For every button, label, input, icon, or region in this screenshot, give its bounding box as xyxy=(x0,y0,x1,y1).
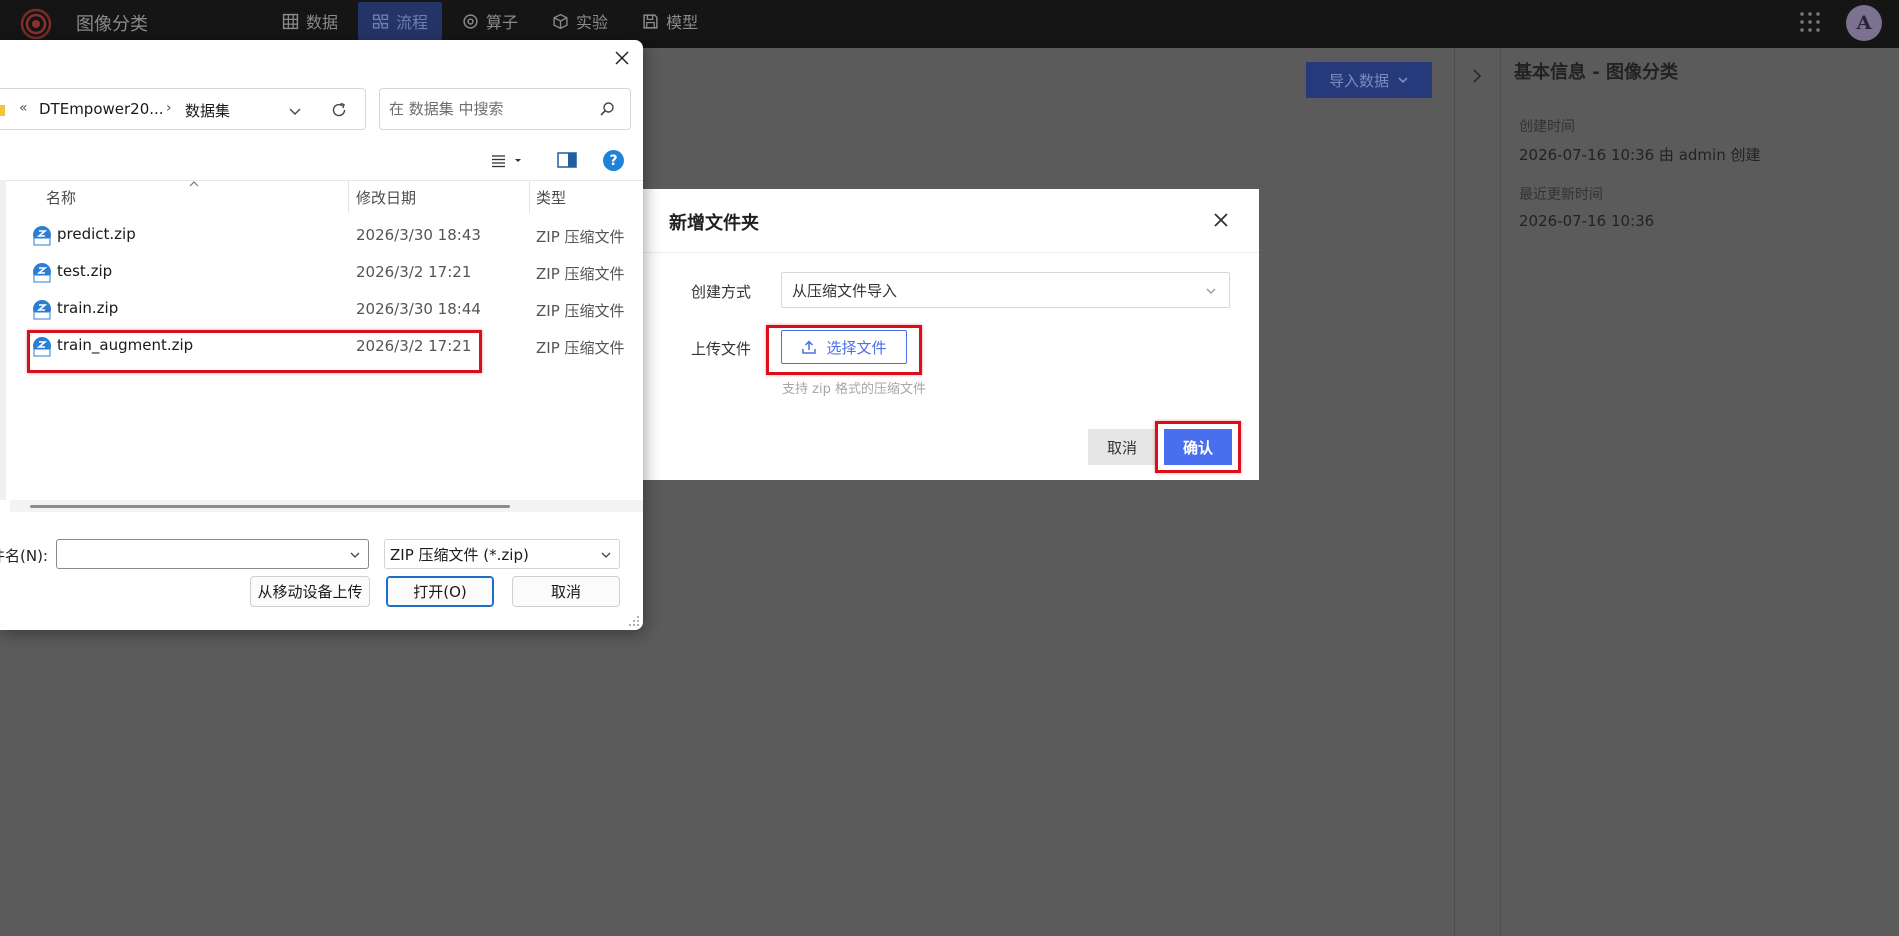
nav-tab-experiment[interactable]: 实验 xyxy=(538,2,622,40)
app-title: 图像分类 xyxy=(76,14,148,35)
zip-file-icon xyxy=(33,263,51,283)
search-icon[interactable] xyxy=(598,100,616,118)
scrollbar-thumb[interactable] xyxy=(30,505,510,508)
breadcrumb-separator: › xyxy=(166,100,172,116)
nav-tab-label: 数据 xyxy=(306,13,339,32)
preview-pane-icon[interactable] xyxy=(556,150,578,170)
toolbar-divider xyxy=(0,180,643,181)
panel-divider xyxy=(1500,48,1501,936)
close-icon[interactable] xyxy=(612,48,632,68)
chevron-down-icon xyxy=(601,552,611,558)
file-type: ZIP 压缩文件 xyxy=(536,302,625,320)
open-button[interactable]: 打开(O) xyxy=(386,576,494,607)
horizontal-scrollbar[interactable] xyxy=(10,500,643,512)
file-type-select[interactable]: ZIP 压缩文件 (*.zip) xyxy=(384,539,620,569)
file-row[interactable]: test.zip 2026/3/2 17:21 ZIP 压缩文件 xyxy=(30,258,640,288)
file-type: ZIP 压缩文件 xyxy=(536,265,625,283)
operator-icon xyxy=(463,13,478,29)
cube-icon xyxy=(553,13,568,29)
upload-label: 上传文件 xyxy=(691,340,752,358)
nav-tab-label: 实验 xyxy=(576,13,609,32)
table-icon xyxy=(282,13,299,29)
search-box xyxy=(379,88,631,130)
import-data-button[interactable]: 导入数据 xyxy=(1306,62,1432,98)
updated-time-label: 最近更新时间 xyxy=(1519,187,1603,203)
save-icon xyxy=(643,13,658,29)
view-options-icon[interactable] xyxy=(490,152,524,170)
nav-tab-operator[interactable]: 算子 xyxy=(448,2,532,40)
column-separator[interactable] xyxy=(348,181,349,213)
chevron-down-icon xyxy=(1206,288,1216,294)
file-row[interactable]: train.zip 2026/3/30 18:44 ZIP 压缩文件 xyxy=(30,295,640,325)
method-select-value: 从压缩文件导入 xyxy=(792,281,898,300)
filename-input[interactable] xyxy=(56,539,369,569)
file-row[interactable]: predict.zip 2026/3/30 18:43 ZIP 压缩文件 xyxy=(30,221,640,251)
flow-icon xyxy=(372,13,389,29)
new-folder-modal: 新增文件夹 创建方式 从压缩文件导入 上传文件 选择文件 支持 zip 格式的压… xyxy=(636,189,1259,480)
modal-title: 新增文件夹 xyxy=(669,213,759,234)
nav-tab-flow[interactable]: 流程 xyxy=(358,2,443,40)
highlight-box xyxy=(766,325,922,375)
filename-label: 件名(N): xyxy=(0,547,48,565)
file-name: test.zip xyxy=(57,262,113,280)
chevron-down-icon[interactable] xyxy=(349,550,361,560)
resize-grip-icon[interactable] xyxy=(628,615,640,627)
method-label: 创建方式 xyxy=(691,283,752,301)
column-header-date[interactable]: 修改日期 xyxy=(356,187,416,208)
breadcrumb-back[interactable]: « xyxy=(19,100,28,116)
chevron-down-icon[interactable] xyxy=(288,104,302,118)
close-icon[interactable] xyxy=(1210,209,1232,231)
upload-hint: 支持 zip 格式的压缩文件 xyxy=(782,382,926,397)
column-separator[interactable] xyxy=(529,181,530,213)
file-name: predict.zip xyxy=(57,225,136,243)
highlight-box xyxy=(1155,421,1241,473)
search-input[interactable] xyxy=(389,100,589,118)
panel-divider xyxy=(1454,48,1455,936)
file-name: train.zip xyxy=(57,299,119,317)
chevron-right-icon[interactable] xyxy=(1469,66,1485,86)
breadcrumb-item[interactable]: DTEmpower20... xyxy=(39,100,164,118)
nav-tab-label: 算子 xyxy=(486,13,519,32)
address-bar[interactable]: « DTEmpower20... › 数据集 xyxy=(0,88,366,130)
app-logo-icon xyxy=(20,8,52,40)
help-icon[interactable]: ? xyxy=(603,150,624,171)
cancel-button[interactable]: 取消 xyxy=(512,576,620,607)
nav-tab-label: 流程 xyxy=(396,13,429,32)
file-type: ZIP 压缩文件 xyxy=(536,228,625,246)
highlight-box xyxy=(27,330,482,373)
file-date: 2026/3/30 18:43 xyxy=(356,226,481,244)
zip-file-icon xyxy=(33,226,51,246)
user-avatar[interactable]: A xyxy=(1846,5,1882,41)
modal-divider xyxy=(636,252,1259,253)
column-header-name[interactable]: 名称 xyxy=(46,187,76,208)
chevron-down-icon xyxy=(1398,77,1408,84)
folder-icon xyxy=(0,105,5,116)
updated-time-value: 2026-07-16 10:36 xyxy=(1519,212,1655,230)
zip-file-icon xyxy=(33,300,51,320)
file-open-dialog: « DTEmpower20... › 数据集 ? 名称 修改日期 类型 pred… xyxy=(0,40,643,630)
nav-tab-data[interactable]: 数据 xyxy=(268,2,352,40)
info-panel-title: 基本信息 - 图像分类 xyxy=(1514,62,1679,83)
upload-from-mobile-button[interactable]: 从移动设备上传 xyxy=(250,576,370,607)
sort-ascending-icon xyxy=(189,181,199,187)
created-time-value: 2026-07-16 10:36 由 admin 创建 xyxy=(1519,146,1761,164)
nav-tab-label: 模型 xyxy=(666,13,699,32)
file-date: 2026/3/30 18:44 xyxy=(356,300,481,318)
file-type: ZIP 压缩文件 xyxy=(536,339,625,357)
apps-grid-icon[interactable] xyxy=(1799,11,1821,33)
import-data-label: 导入数据 xyxy=(1328,71,1389,90)
breadcrumb-item[interactable]: 数据集 xyxy=(185,100,230,121)
created-time-label: 创建时间 xyxy=(1519,119,1575,135)
nav-pane-edge xyxy=(0,180,6,500)
refresh-icon[interactable] xyxy=(329,100,349,120)
column-header-type[interactable]: 类型 xyxy=(536,187,566,208)
file-date: 2026/3/2 17:21 xyxy=(356,263,472,281)
file-type-select-value: ZIP 压缩文件 (*.zip) xyxy=(390,545,529,564)
nav-tab-model[interactable]: 模型 xyxy=(628,2,712,40)
method-select[interactable]: 从压缩文件导入 xyxy=(781,272,1230,308)
cancel-button[interactable]: 取消 xyxy=(1088,429,1156,465)
